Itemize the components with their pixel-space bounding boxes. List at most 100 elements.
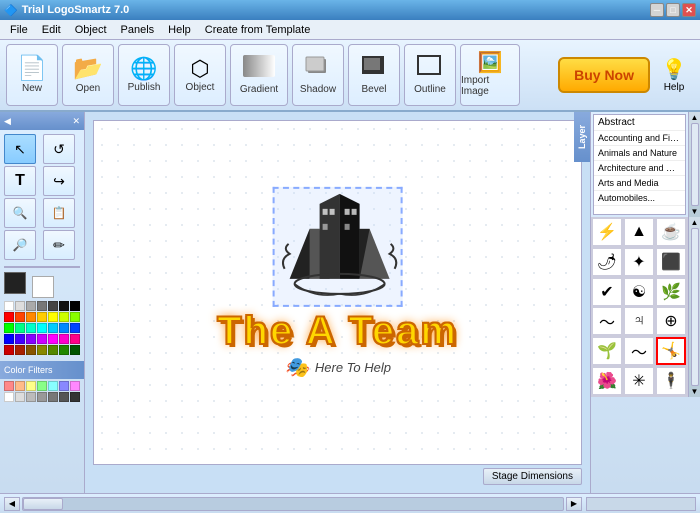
color-swatch[interactable] — [26, 312, 36, 322]
stage-dimensions-button[interactable]: Stage Dimensions — [483, 468, 582, 485]
filter-swatch[interactable] — [4, 381, 14, 391]
outline-button[interactable]: Outline — [404, 44, 456, 106]
color-swatch[interactable] — [48, 301, 58, 311]
color-swatch[interactable] — [70, 301, 80, 311]
symbol-loop[interactable]: ♃ — [624, 307, 654, 335]
color-swatch[interactable] — [37, 301, 47, 311]
color-swatch[interactable] — [15, 334, 25, 344]
color-swatch[interactable] — [4, 323, 14, 333]
symbol-fan[interactable]: ✦ — [624, 248, 654, 276]
color-swatch[interactable] — [48, 323, 58, 333]
scroll-right-button[interactable]: ▶ — [566, 497, 582, 511]
new-button[interactable]: 📄 New — [6, 44, 58, 106]
scroll-thumb[interactable] — [691, 123, 699, 206]
symbol-leaf[interactable]: 🌿 — [656, 278, 686, 306]
paste-tool[interactable]: 📋 — [43, 198, 75, 228]
color-swatch[interactable] — [15, 323, 25, 333]
open-button[interactable]: 📂 Open — [62, 44, 114, 106]
layer-tab[interactable]: Layer — [574, 112, 590, 162]
symbols-scroll-thumb[interactable] — [691, 228, 699, 386]
main-text[interactable]: The A Team — [217, 310, 458, 350]
color-swatch[interactable] — [70, 345, 80, 355]
symbol-lightning[interactable]: ⚡ — [592, 218, 622, 246]
import-image-button[interactable]: 🖼️ Import Image — [460, 44, 520, 106]
filter-swatch[interactable] — [59, 392, 69, 402]
object-button[interactable]: ⬡ Object — [174, 44, 226, 106]
filter-swatch[interactable] — [70, 392, 80, 402]
color-swatch[interactable] — [70, 312, 80, 322]
category-accounting[interactable]: Accounting and Finan — [594, 131, 685, 146]
color-swatch[interactable] — [59, 323, 69, 333]
color-swatch[interactable] — [59, 334, 69, 344]
background-color[interactable] — [32, 276, 54, 298]
filter-swatch[interactable] — [59, 381, 69, 391]
filter-swatch[interactable] — [37, 392, 47, 402]
menu-help[interactable]: Help — [162, 22, 197, 38]
filter-swatch[interactable] — [26, 392, 36, 402]
filter-swatch[interactable] — [15, 392, 25, 402]
color-swatch[interactable] — [4, 312, 14, 322]
minimize-button[interactable]: ─ — [650, 3, 664, 17]
color-swatch[interactable] — [37, 334, 47, 344]
scroll-thumb[interactable] — [23, 498, 63, 510]
category-animals[interactable]: Animals and Nature — [594, 146, 685, 161]
symbols-scroll-down[interactable]: ▼ — [691, 387, 699, 396]
color-swatch[interactable] — [26, 345, 36, 355]
scroll-up-arrow[interactable]: ▲ — [691, 113, 699, 122]
symbol-flower[interactable]: 🌺 — [592, 367, 622, 395]
color-swatch[interactable] — [37, 323, 47, 333]
scroll-down-arrow[interactable]: ▼ — [691, 207, 699, 216]
category-arts[interactable]: Arts and Media — [594, 176, 685, 191]
symbols-scroll-up[interactable]: ▲ — [691, 218, 699, 227]
color-swatch[interactable] — [59, 312, 69, 322]
color-swatch[interactable] — [15, 301, 25, 311]
color-swatch[interactable] — [26, 334, 36, 344]
symbol-cup[interactable]: ☕ — [656, 218, 686, 246]
buy-now-button[interactable]: Buy Now — [558, 57, 650, 93]
categories-scrollbar[interactable]: ▲ ▼ — [688, 112, 700, 217]
symbol-triangle[interactable]: ▲ — [624, 218, 654, 246]
color-swatch[interactable] — [59, 301, 69, 311]
close-button[interactable]: ✕ — [682, 3, 696, 17]
menu-file[interactable]: File — [4, 22, 34, 38]
color-swatch[interactable] — [15, 312, 25, 322]
symbol-wave[interactable]: 〜 — [592, 307, 622, 335]
help-button[interactable]: 💡 Help — [654, 44, 694, 106]
zoom-out-tool[interactable]: 🔎 — [4, 230, 36, 260]
color-swatch[interactable] — [4, 345, 14, 355]
sub-text[interactable]: 🎭 Here To Help — [284, 354, 391, 379]
symbol-sprout[interactable]: 🌱 — [592, 337, 622, 365]
menu-panels[interactable]: Panels — [115, 22, 161, 38]
color-swatch[interactable] — [4, 301, 14, 311]
color-swatch[interactable] — [48, 334, 58, 344]
filter-swatch[interactable] — [15, 381, 25, 391]
category-architecture[interactable]: Architecture and Cons — [594, 161, 685, 176]
filter-swatch[interactable] — [37, 381, 47, 391]
menu-create-from-template[interactable]: Create from Template — [199, 22, 317, 38]
symbol-square[interactable]: ⬛ — [656, 248, 686, 276]
filter-swatch[interactable] — [70, 381, 80, 391]
color-swatch[interactable] — [26, 323, 36, 333]
filter-swatch[interactable] — [4, 392, 14, 402]
zoom-in-tool[interactable]: 🔍 — [4, 198, 36, 228]
color-swatch[interactable] — [70, 323, 80, 333]
draw-tool[interactable]: ✏ — [43, 230, 75, 260]
symbol-pepper[interactable]: 🌶 — [592, 248, 622, 276]
publish-button[interactable]: 🌐 Publish — [118, 44, 170, 106]
color-swatch[interactable] — [15, 345, 25, 355]
scroll-track[interactable] — [22, 497, 564, 511]
filter-swatch[interactable] — [26, 381, 36, 391]
canvas[interactable]: The A Team 🎭 Here To Help — [93, 120, 582, 465]
foreground-color[interactable] — [4, 272, 26, 294]
color-swatch[interactable] — [48, 345, 58, 355]
symbol-figure[interactable]: 🤸 — [656, 337, 686, 365]
logo-container[interactable] — [273, 186, 403, 306]
color-swatch[interactable] — [37, 312, 47, 322]
color-swatch[interactable] — [4, 334, 14, 344]
color-swatch[interactable] — [48, 312, 58, 322]
symbol-check[interactable]: ✔ — [592, 278, 622, 306]
text-tool[interactable]: T — [4, 166, 36, 196]
scroll-left-button[interactable]: ◀ — [4, 497, 20, 511]
menu-object[interactable]: Object — [69, 22, 113, 38]
flip-tool[interactable]: ↪ — [43, 166, 75, 196]
